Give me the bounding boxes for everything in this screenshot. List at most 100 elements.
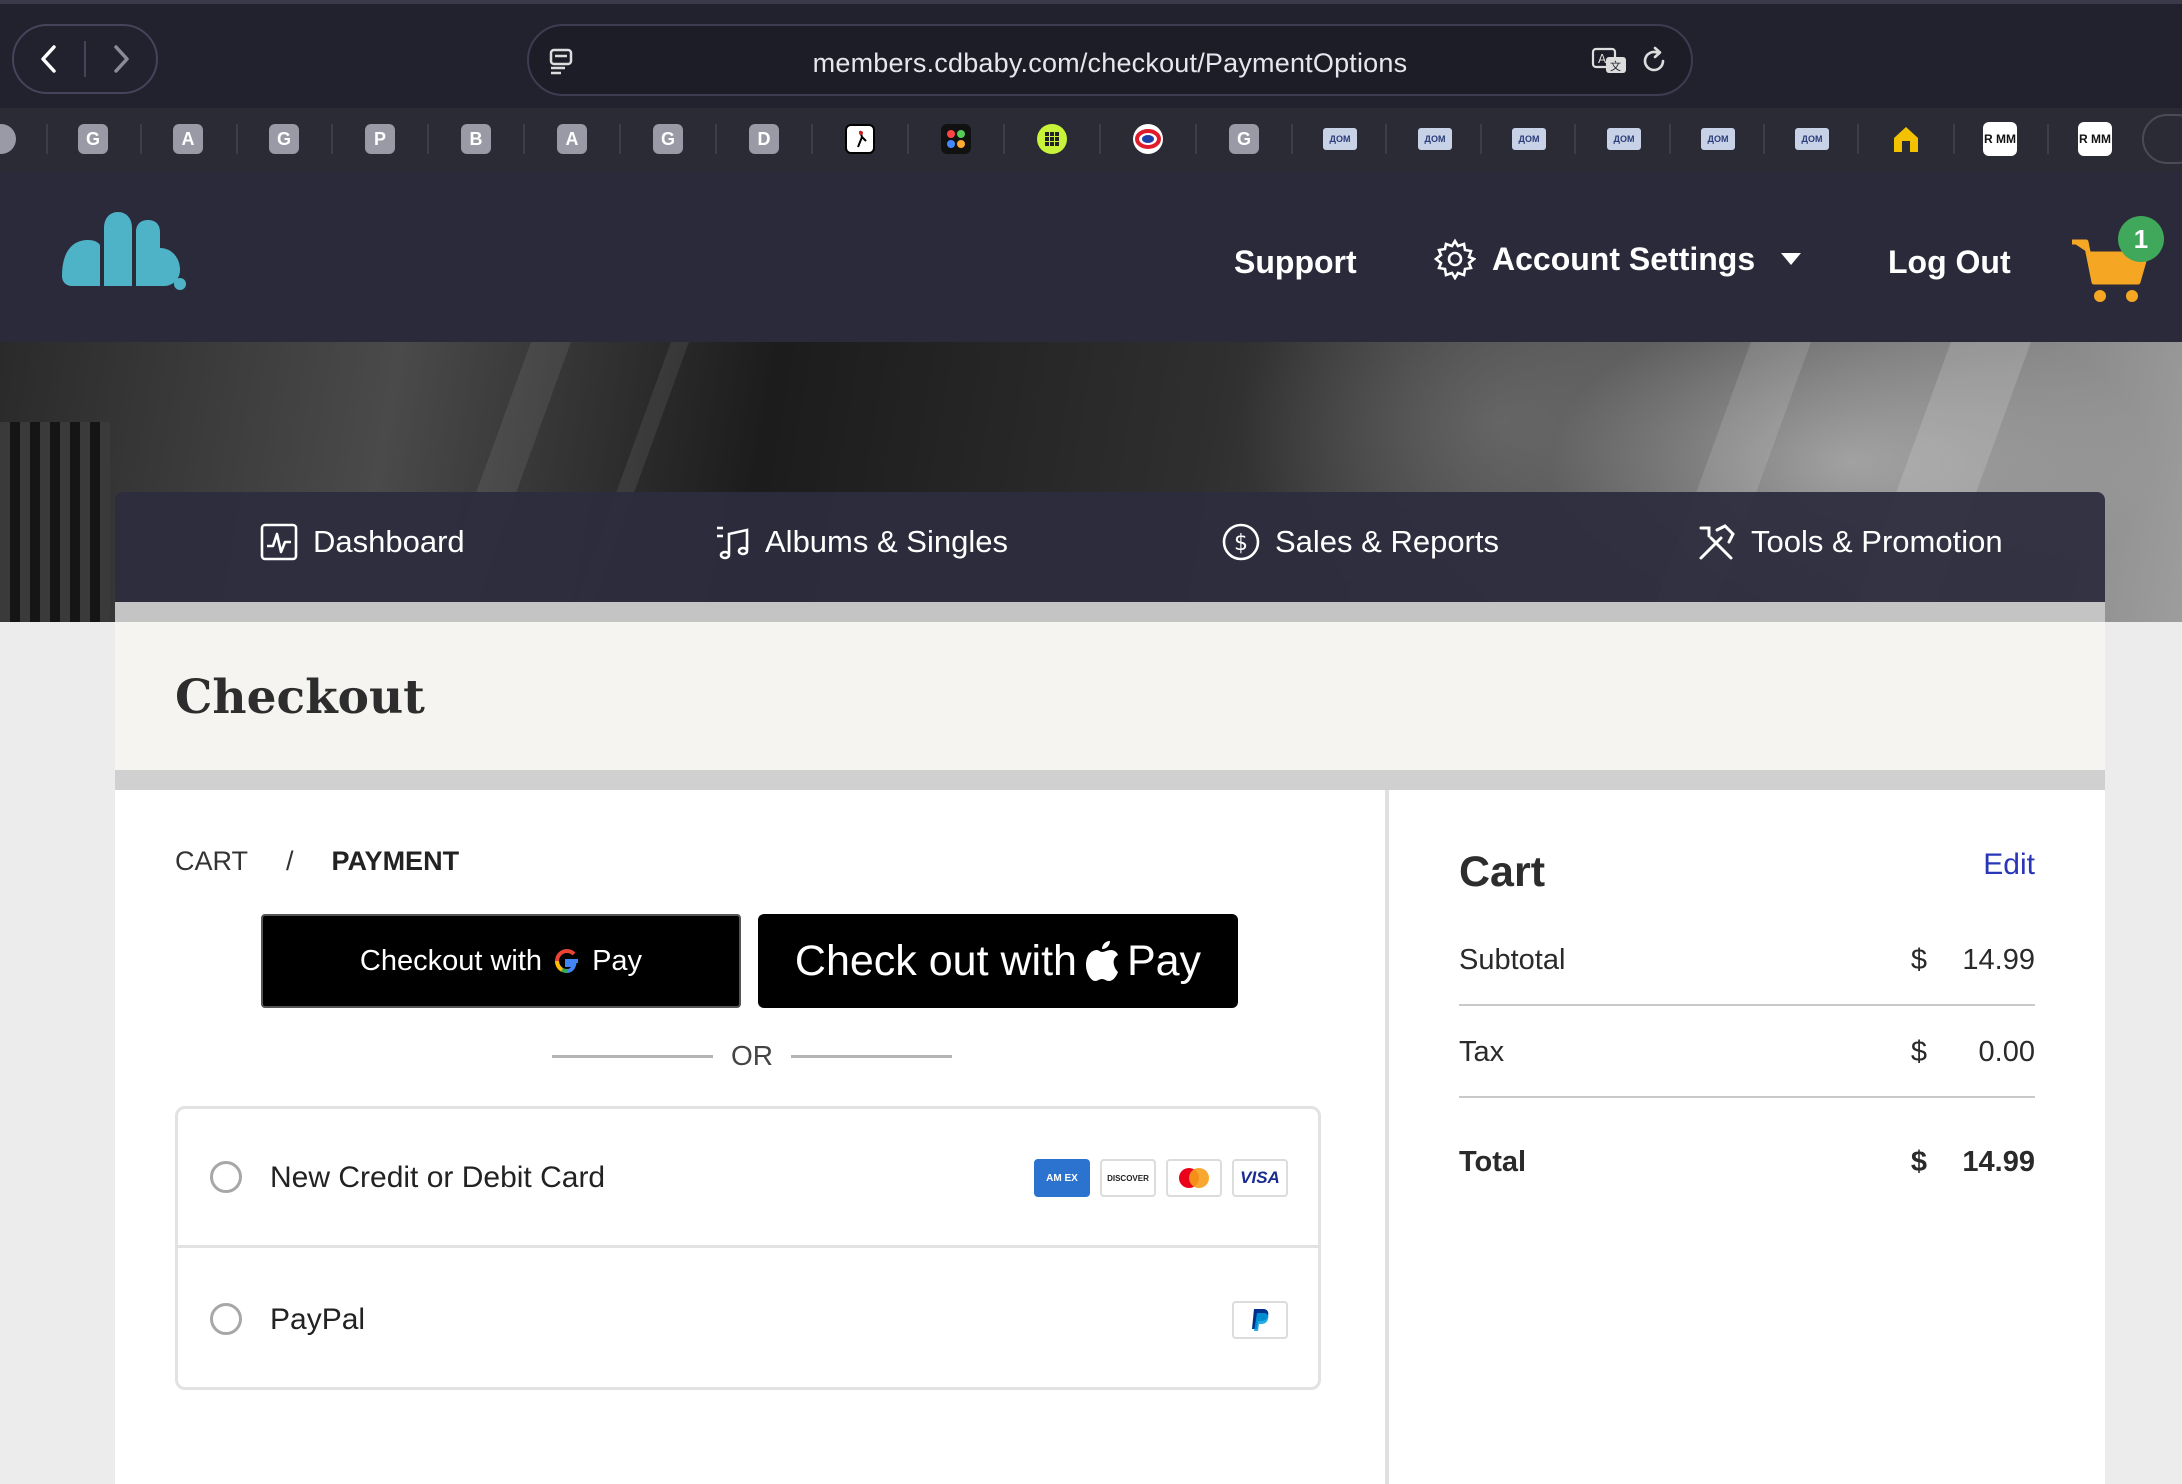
bookmarks-overflow-button[interactable] (2142, 114, 2182, 164)
gear-icon (1434, 238, 1476, 280)
bookmark-d[interactable]: D (749, 124, 779, 154)
google-pay-label: Checkout with (359, 944, 543, 977)
cart-summary-panel: Cart Edit Subtotal $ 14.99 Tax $ 0.00 To… (1389, 790, 2105, 1484)
svg-text:$: $ (1234, 531, 1248, 556)
address-bar[interactable]: members.cdbaby.com/checkout/PaymentOptio… (527, 24, 1693, 96)
bookmark-divider (1480, 124, 1482, 154)
reload-icon[interactable] (1639, 46, 1669, 76)
bookmark-g[interactable]: G (1229, 124, 1259, 154)
tab-albums-singles[interactable]: Albums & Singles (713, 522, 1008, 562)
subtotal-value: 14.99 (1962, 944, 2035, 976)
or-line-left (552, 1054, 713, 1058)
tabbar-underline (115, 602, 2105, 622)
apple-logo-icon (1085, 941, 1118, 981)
hero-amp-detail (0, 422, 110, 622)
google-pay-button[interactable]: Checkout with Pay (261, 914, 741, 1008)
bookmark-g[interactable]: G (269, 124, 299, 154)
cart-summary-title: Cart (1459, 848, 1546, 896)
tab-dashboard[interactable]: Dashboard (259, 522, 465, 562)
paypal-radio[interactable] (210, 1303, 242, 1335)
svg-text:A: A (1598, 52, 1607, 66)
card-radio[interactable] (210, 1161, 242, 1193)
url-text[interactable]: members.cdbaby.com/checkout/PaymentOptio… (529, 48, 1691, 79)
bookmark-divider (1385, 124, 1387, 154)
apple-pay-word: Pay (1126, 936, 1202, 985)
tab-dashboard-label: Dashboard (313, 524, 465, 559)
or-divider: OR (552, 1040, 952, 1072)
bookmark-divider (2047, 124, 2049, 154)
logout-link[interactable]: Log Out (1888, 244, 2011, 281)
tools-icon (1699, 524, 1735, 560)
dashboard-icon (260, 523, 298, 561)
bookmark-dom[interactable]: ДОМ (1701, 128, 1735, 150)
payment-option-card[interactable]: New Credit or Debit Card AM EX DISCOVER … (178, 1109, 1318, 1248)
edit-cart-link[interactable]: Edit (1983, 848, 2035, 882)
mastercard-icon (1166, 1159, 1222, 1197)
total-value: 14.99 (1962, 1146, 2035, 1178)
bookmark-divider (523, 124, 525, 154)
translate-icon[interactable]: A 文 (1591, 46, 1629, 76)
bookmark-grid-icon[interactable] (1037, 124, 1067, 154)
bookmark-divider (907, 124, 909, 154)
support-link[interactable]: Support (1234, 244, 1357, 281)
chevron-right-icon (114, 45, 129, 73)
bookmark-divider (331, 124, 333, 154)
subtotal-label: Subtotal (1459, 944, 1566, 976)
bookmark-dom[interactable]: ДОМ (1323, 128, 1357, 150)
paypal-icon (1232, 1301, 1288, 1339)
music-note-icon (717, 526, 749, 560)
breadcrumb-cart[interactable]: CART (175, 846, 248, 877)
tax-currency: $ (1910, 1036, 1927, 1068)
bookmark-joomla-icon[interactable] (941, 124, 971, 154)
bookmark-divider (1574, 124, 1576, 154)
cart-button[interactable]: 1 (2068, 216, 2168, 306)
account-settings-label: Account Settings (1492, 240, 1756, 277)
bookmark-rmm[interactable]: R MM (2078, 122, 2112, 156)
bookmark-g[interactable]: G (653, 124, 683, 154)
apple-pay-button[interactable]: Check out with Pay (758, 914, 1238, 1008)
tab-sales-reports[interactable]: $ Sales & Reports (1221, 522, 1499, 562)
tab-albums-label: Albums & Singles (765, 524, 1008, 559)
title-divider (115, 770, 2105, 790)
bookmark-a[interactable]: A (173, 124, 203, 154)
breadcrumb-separator: / (286, 846, 294, 876)
chevron-left-icon (41, 45, 56, 73)
tab-tools-promotion[interactable]: Tools & Promotion (1695, 522, 2003, 562)
bookmark-dom[interactable]: ДОМ (1607, 128, 1641, 150)
tab-tools-label: Tools & Promotion (1751, 524, 2003, 559)
tax-value: 0.00 (1978, 1036, 2035, 1068)
bookmark-a[interactable]: A (557, 124, 587, 154)
bookmark-divider (619, 124, 621, 154)
card-brand-icons: AM EX DISCOVER VISA (1034, 1159, 1288, 1197)
bookmark-divider (140, 124, 142, 154)
tax-label: Tax (1459, 1036, 1505, 1068)
visa-icon: VISA (1232, 1159, 1288, 1197)
account-settings-menu[interactable]: Account Settings (1434, 238, 1803, 280)
forward-button[interactable] (86, 24, 156, 94)
bookmark-dom[interactable]: ДОМ (1512, 128, 1546, 150)
bookmark-divider (715, 124, 717, 154)
bookmark-ring-icon[interactable] (1133, 124, 1163, 154)
paypal-brand-icons (1232, 1301, 1288, 1339)
bookmark-home-icon[interactable] (1891, 124, 1921, 154)
payment-option-paypal[interactable]: PayPal (178, 1251, 1318, 1390)
bookmark-p[interactable]: P (365, 124, 395, 154)
discover-icon: DISCOVER (1100, 1159, 1156, 1197)
cdbaby-logo[interactable] (60, 208, 190, 294)
subtotal-row: Subtotal $ 14.99 (1459, 914, 2035, 1006)
bookmark-dom[interactable]: ДОМ (1795, 128, 1829, 150)
bookmark-g[interactable]: G (78, 124, 108, 154)
bookmark-partial-icon[interactable] (0, 124, 16, 154)
bookmark-guitarist-icon[interactable] (845, 124, 875, 154)
back-button[interactable] (14, 24, 84, 94)
bookmark-divider (1763, 124, 1765, 154)
total-currency: $ (1910, 1146, 1927, 1178)
bookmark-dom[interactable]: ДОМ (1418, 128, 1452, 150)
tab-sales-label: Sales & Reports (1275, 524, 1499, 559)
bookmark-divider (236, 124, 238, 154)
card-option-label: New Credit or Debit Card (270, 1161, 606, 1194)
bookmark-b[interactable]: B (461, 124, 491, 154)
cart-count-badge: 1 (2118, 216, 2164, 262)
subtotal-currency: $ (1910, 944, 1927, 976)
bookmark-rmm[interactable]: R MM (1983, 122, 2017, 156)
